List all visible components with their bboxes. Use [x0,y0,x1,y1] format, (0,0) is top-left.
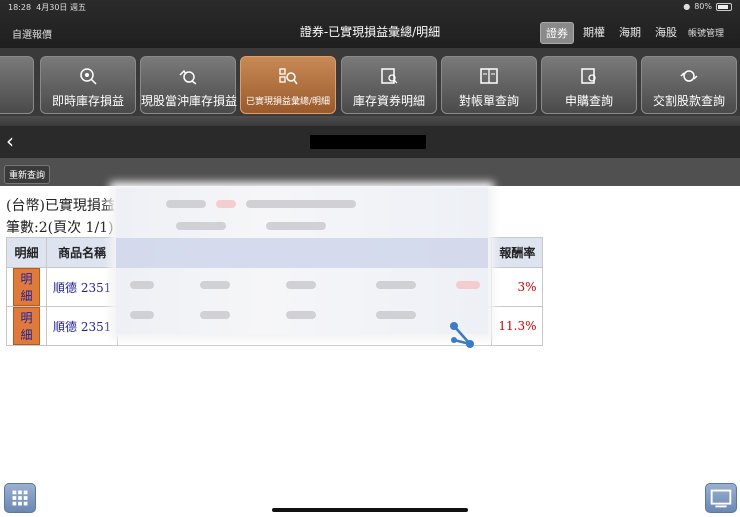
grid-icon [12,490,28,506]
menu-subscription-button[interactable]: 申購查詢 [541,56,637,114]
action-bar: 重新查詢 [0,158,740,186]
market-tabs: 證券 期權 海期 海股 [540,22,682,44]
settlement-icon [680,70,698,82]
statement-icon [480,68,498,84]
return-rate: 3% [491,267,544,307]
battery-level: 80% [694,2,712,11]
detail-button[interactable]: 明細 [13,307,40,345]
account-management-link[interactable]: 帳號管理 [688,26,724,39]
realized-pl-icon [279,68,298,85]
product-name[interactable]: 順德 2351 [53,281,111,295]
status-date: 4月30日 週五 [36,3,86,12]
nav-bar: ‹ [0,126,740,158]
redacted-account [310,135,426,149]
status-bar-time: 18:28 4月30日 週五 [8,2,86,13]
tab-futures-options[interactable]: 期權 [578,22,610,44]
menu-settlement-button[interactable]: 交割股款查詢 [641,56,737,114]
status-bar-right: ● 80% [683,2,732,11]
share-icon[interactable] [448,320,476,350]
watchlist-link[interactable]: 自選報價 [12,26,52,41]
battery-icon [716,2,732,11]
menu-label: 對帳單查詢 [458,94,519,108]
menu-label: 現股當沖庫存損益 [141,94,238,108]
col-product-name: 商品名稱 [45,237,119,268]
inventory-search-icon [80,68,97,85]
col-return-rate: 報酬率 [491,237,544,268]
record-count: 筆數:2(頁次 1/1) [6,220,114,236]
app-grid-button[interactable] [4,483,36,513]
monitor-icon [710,489,732,508]
menu-report-button[interactable]: 報 [0,56,34,114]
margin-detail-icon [381,68,398,84]
product-name[interactable]: 順德 2351 [53,320,111,334]
blurred-region [116,188,488,334]
status-time: 18:28 [8,3,32,12]
top-bar: 18:28 4月30日 週五 ● 80% 自選報價 證券-已實現損益彙總/明細 … [0,0,740,48]
screen-toggle-button[interactable] [705,483,737,513]
subscription-search-icon [581,68,596,84]
home-indicator[interactable] [272,508,468,512]
menu-realized-pl-button[interactable]: 已實現損益彙總/明細 [240,56,336,114]
menu-realtime-inventory-button[interactable]: 即時庫存損益 [40,56,136,114]
wifi-icon: ● [683,2,691,11]
menu-label: 庫存資券明細 [352,94,425,108]
menu-daytrade-inventory-button[interactable]: 現股當沖庫存損益 [140,56,238,114]
tab-overseas-futures[interactable]: 海期 [614,22,646,44]
back-arrow-icon[interactable]: ‹ [6,130,14,152]
results-heading: (台幣)已實現損益 [6,198,115,214]
col-detail: 明細 [6,237,47,268]
menu-statement-button[interactable]: 對帳單查詢 [441,56,537,114]
tab-securities[interactable]: 證券 [540,22,574,44]
tab-overseas-stocks[interactable]: 海股 [650,22,682,44]
requery-button[interactable]: 重新查詢 [4,165,51,184]
menu-label: 交割股款查詢 [652,94,725,108]
menu-label: 報 [0,92,33,109]
menu-label: 申購查詢 [564,94,613,108]
menu-margin-detail-button[interactable]: 庫存資券明細 [341,56,437,114]
menu-label: 即時庫存損益 [51,94,124,108]
daytrade-search-icon [179,69,197,85]
function-menu: 報 即時庫存損益 現股當沖庫存損益 已實現損益彙總/明細 庫存資券明細 對帳單查… [0,48,740,126]
menu-label: 已實現損益彙總/明細 [245,97,331,107]
detail-button[interactable]: 明細 [13,268,40,306]
menu-reflection [0,116,740,126]
return-rate: 11.3% [491,306,544,346]
